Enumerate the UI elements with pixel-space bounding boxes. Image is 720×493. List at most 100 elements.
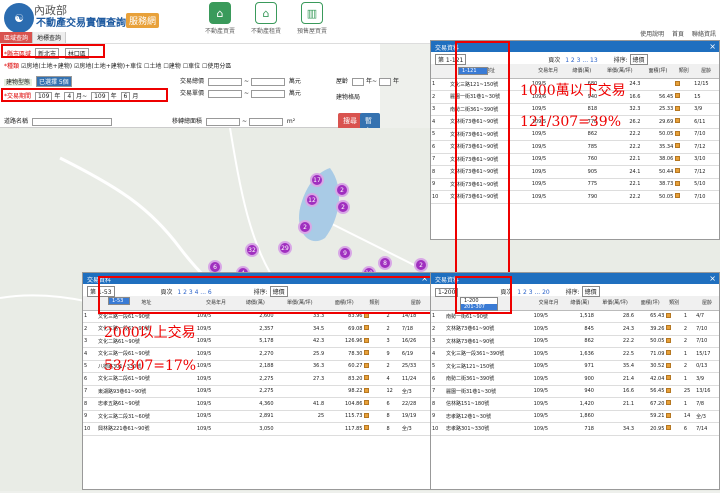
map-cluster[interactable]: 17 (310, 173, 324, 187)
building-type-icon (666, 362, 672, 368)
row-address[interactable]: 文化三路二段31~60號 (97, 410, 196, 423)
table-row[interactable]: 9 文化三路二段31~60號 109/5 2,891 25 115.73 8 19/19 (83, 410, 431, 423)
total-price-max[interactable] (250, 77, 285, 86)
col-total[interactable]: 總價(萬) (564, 296, 595, 311)
nav-presale[interactable]: ▥ 預售屋買賣 (292, 2, 332, 35)
table-row[interactable]: 10 忠孝路301~330號 109/5 718 34.3 20.95 6 7/14 (431, 422, 719, 436)
map-cluster[interactable]: 29 (278, 241, 292, 255)
table-row[interactable]: 7 麗園一街31巷1~30號 109/5 940 16.6 56.45 25 13/16 (431, 385, 719, 398)
map-cluster[interactable]: 32 (245, 243, 259, 257)
row-address[interactable]: 南勢二街361~390號 (445, 372, 533, 386)
row-address[interactable]: 東湖路93巷61~90號 (97, 385, 196, 398)
col-date[interactable]: 交易年月 (532, 296, 565, 311)
map-cluster[interactable]: 8 (378, 256, 392, 270)
table-row[interactable]: 8 信林路151~180號 109/5 1,420 21.1 67.20 1 7/8 (431, 397, 719, 411)
area-max[interactable] (248, 117, 283, 126)
annotation-ratio-39: 121/307=39% (520, 114, 622, 130)
page-links[interactable]: 1 2 3 ... 13 (565, 57, 597, 64)
row-address[interactable]: 文化三路二段61~90號 (97, 372, 196, 386)
type-option-4-label: 建物 (168, 63, 181, 70)
area-min[interactable] (205, 117, 240, 126)
table-row[interactable]: 6 南勢二街361~390號 109/5 900 21.4 42.04 1 3/9 (431, 372, 719, 386)
tab-landmark-search[interactable]: 地標查詢 (33, 32, 67, 43)
table-row[interactable]: 4 文化三路一段361~390號 109/5 1,636 22.5 71.09 1 15/17 (431, 347, 719, 361)
col-date[interactable]: 交易年月 (530, 64, 566, 79)
type-option-3[interactable]: ☐土地 (144, 63, 161, 70)
row-type-icon (665, 310, 683, 323)
map-cluster[interactable]: 2 (336, 200, 350, 214)
map-cluster[interactable]: 2 (335, 183, 349, 197)
page-links[interactable]: 1 2 3 ... 20 (517, 289, 549, 296)
map-cluster[interactable]: 2 (298, 220, 312, 234)
row-total: 971 (564, 360, 595, 373)
row-address[interactable]: 文化三路一段361~390號 (445, 347, 533, 361)
close-icon[interactable]: × (709, 274, 716, 283)
row-area: 35.34 (641, 140, 675, 154)
age-min[interactable] (351, 77, 364, 86)
ministry-logo-icon[interactable]: ☯ (4, 3, 34, 33)
row-index: 5 (83, 360, 97, 373)
row-address[interactable]: 忠孝五路61~90號 (97, 397, 196, 411)
row-count: 2 (682, 322, 696, 336)
col-area[interactable]: 面積(坪) (641, 64, 675, 79)
row-date: 109/5 (195, 360, 237, 373)
table-row[interactable]: 7 東湖路93巷61~90號 109/5 2,275 98.22 12 全/3 (83, 385, 431, 398)
row-area: 67.20 (635, 397, 666, 411)
row-address[interactable]: 忠孝路301~330號 (445, 422, 533, 436)
table-row[interactable]: 9 忠孝路12巷1~30號 109/5 1,860 59.21 14 全/3 (431, 410, 719, 423)
type-option-6[interactable]: ☐使用分區 (202, 63, 231, 70)
home-link[interactable]: 首頁 (672, 31, 684, 38)
row-unit: 28.6 (594, 310, 636, 323)
row-address[interactable]: 文化三路121~150號 (445, 360, 533, 373)
type-option-2[interactable]: ☑房地(土地+建物)+車位 (74, 63, 142, 70)
col-total[interactable]: 總價(萬) (565, 64, 599, 79)
road-input[interactable] (31, 117, 112, 126)
contact-link[interactable]: 聯絡資訊 (692, 31, 716, 38)
unit-price-min[interactable] (207, 89, 242, 98)
map-cluster[interactable]: 9 (338, 246, 352, 260)
row-count: 2 (385, 360, 401, 373)
row-address[interactable]: 文林路73巷61~90號 (445, 335, 533, 348)
type-option-5[interactable]: ☐車位 (183, 63, 200, 70)
table-row[interactable]: 10 興林路221巷61~90號 109/5 3,050 117.85 8 全/3 (83, 422, 431, 436)
table-row[interactable]: 5 文化三路121~150號 109/5 971 35.4 30.52 2 0/13 (431, 360, 719, 373)
total-price-min[interactable] (207, 77, 242, 86)
row-address[interactable]: 麗園一街31巷1~30號 (445, 385, 533, 398)
type-option-4[interactable]: ☐建物 (163, 63, 180, 70)
row-type-icon (674, 190, 694, 204)
building-type-icon (364, 375, 370, 381)
close-icon[interactable]: × (709, 42, 716, 51)
table-row[interactable]: 8 忠孝五路61~90號 109/5 4,360 41.8 104.86 6 22/28 (83, 397, 431, 411)
col-area[interactable]: 面積(坪) (635, 296, 666, 311)
table-row[interactable]: 3 文林路73巷61~90號 109/5 862 22.2 50.05 2 7/10 (431, 335, 719, 348)
unit-price-max[interactable] (250, 89, 285, 98)
col-unit[interactable]: 單價(萬/坪) (598, 64, 642, 79)
type-option-1[interactable]: ☑房地(土地+建物) (21, 63, 72, 70)
nav-sale[interactable]: ⌂ 不動產買賣 (200, 2, 240, 35)
type-option-1-label: 房地(土地+建物) (26, 63, 73, 70)
help-link[interactable]: 使用說明 (640, 31, 664, 38)
sort-select[interactable]: 總價 (629, 54, 648, 65)
nav-rent[interactable]: ⌂ 不動產租賃 (246, 2, 286, 35)
table-row[interactable]: 6 文化三路二段61~90號 109/5 2,275 27.3 83.20 4 11/24 (83, 372, 431, 386)
row-address[interactable]: 文林路73巷61~90號 (445, 322, 533, 336)
row-type-icon (674, 90, 694, 104)
row-address[interactable]: 興林路221巷61~90號 (97, 422, 196, 436)
row-index: 10 (431, 422, 445, 436)
sort-select[interactable]: 總價 (581, 286, 600, 297)
building-type-select[interactable]: 已選擇 5個 (35, 76, 72, 87)
tab-area-search[interactable]: 區域查詢 (0, 32, 34, 43)
pattern-label: 建物格局 (336, 94, 361, 101)
map-cluster[interactable]: 2 (414, 258, 428, 272)
map-cluster[interactable]: 12 (305, 193, 319, 207)
age-max[interactable] (378, 77, 391, 86)
row-address[interactable]: 忠孝路12巷1~30號 (445, 410, 533, 423)
row-type-icon (674, 178, 694, 191)
row-address[interactable]: 信林路151~180號 (445, 397, 533, 411)
col-unit[interactable]: 單價(萬/坪) (594, 296, 636, 311)
row-date: 109/5 (532, 372, 565, 386)
table-row[interactable]: 2 文林路73巷61~90號 109/5 845 24.3 39.26 2 7/10 (431, 322, 719, 336)
road-row: 道路名稱 (4, 116, 114, 126)
search-button[interactable]: 搜尋 (338, 113, 362, 129)
row-type-icon (363, 322, 386, 336)
